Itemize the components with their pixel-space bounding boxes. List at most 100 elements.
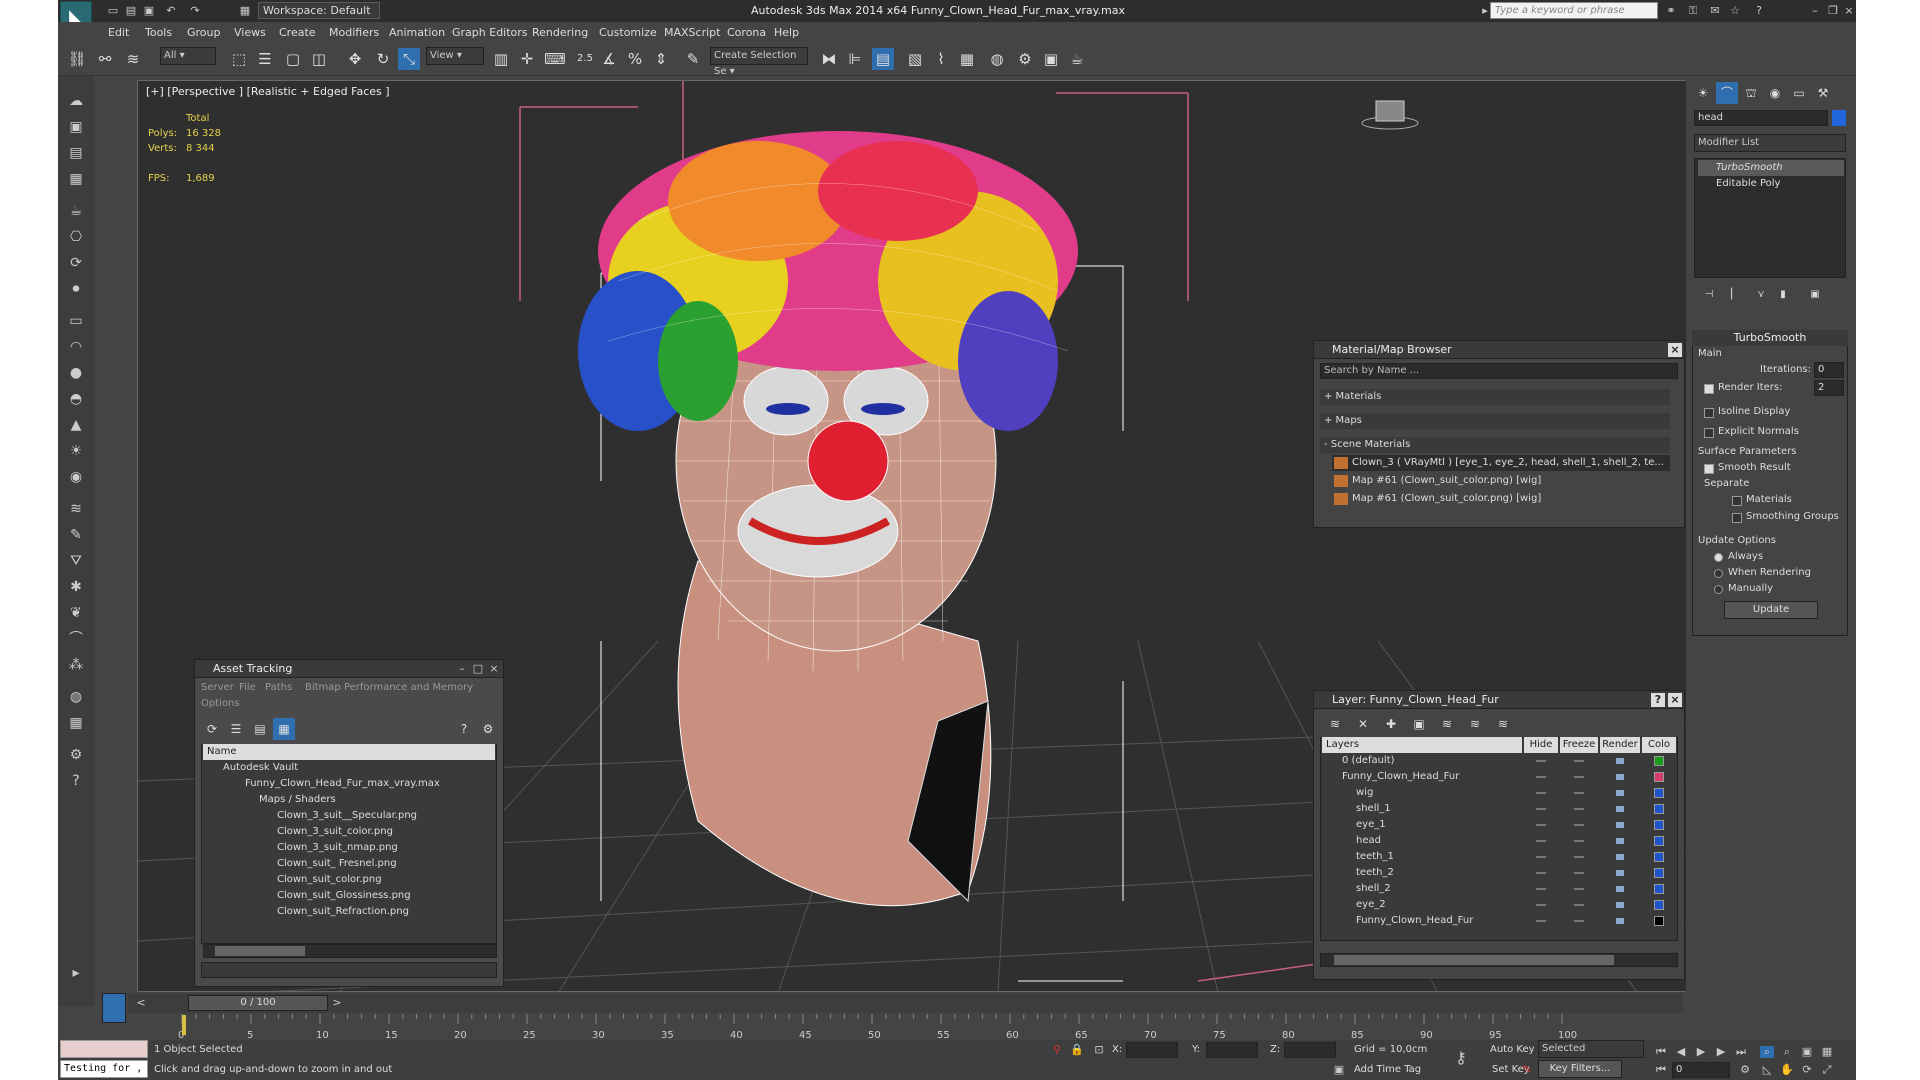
box-icon[interactable]: ▭ [64,310,88,332]
asset-maximize-icon[interactable]: □ [471,663,485,675]
time-slider-next-icon[interactable]: > [330,997,344,1009]
asset-column-name[interactable]: Name [203,744,495,760]
object-color-swatch[interactable] [1832,110,1846,126]
auto-key-button[interactable]: Auto Key [1490,1042,1535,1058]
asset-menu-bitmap[interactable]: Bitmap Performance and Memory [305,680,473,696]
render-production-icon[interactable]: ☕ [1066,48,1088,70]
layer-close-icon[interactable]: × [1668,693,1682,707]
redo-icon[interactable]: ↷ [188,5,202,17]
layer-color-swatch[interactable] [1654,772,1664,782]
add-to-layer-icon[interactable]: ✚ [1380,713,1402,735]
create-tab-icon[interactable]: ☀ [1692,82,1714,104]
asset-tree-item[interactable]: Clown_3_suit__Specular.png [277,808,493,824]
scatter-icon[interactable]: ⁂ [64,654,88,676]
update-button[interactable]: Update [1724,601,1818,619]
key-mode-toggle-icon[interactable]: ⏮ [1654,1064,1668,1076]
layer-help-icon[interactable]: ? [1651,693,1665,707]
section-materials[interactable]: + Materials [1320,389,1670,405]
current-frame-field[interactable]: 0 [1672,1062,1730,1078]
rotate-view-icon[interactable]: ⟳ [64,252,88,274]
render-icon[interactable]: ▣ [64,116,88,138]
scene-map-item[interactable]: Map #61 (Clown_suit_color.png) [wig] [1332,491,1670,507]
iterations-spinner[interactable]: 0 [1814,362,1844,378]
layer-color-swatch[interactable] [1654,820,1664,830]
layer-hide-toggle[interactable] [1536,776,1546,778]
asset-tree-item[interactable]: Autodesk Vault [223,760,493,776]
menu-create[interactable]: Create [279,26,316,39]
separate-materials-checkbox[interactable] [1732,496,1742,506]
menu-maxscript[interactable]: MAXScript [664,26,720,39]
schematic-view-icon[interactable]: ▦ [956,48,978,70]
create-layer-icon[interactable]: ≋ [1324,713,1346,735]
select-objects-in-layer-icon[interactable]: ▣ [1408,713,1430,735]
play-icon[interactable]: ▶ [1694,1046,1708,1058]
info-icon[interactable]: ? [64,770,88,792]
layer-manager-icon[interactable]: ▧ [904,48,926,70]
absolute-mode-icon[interactable]: ⊡ [1092,1044,1106,1056]
menu-edit[interactable]: Edit [108,26,129,39]
video-icon[interactable]: ⏺ [64,278,88,300]
asset-tree-item[interactable]: Clown_suit_Refraction.png [277,904,493,920]
restore-icon[interactable]: ❐ [1826,5,1840,17]
select-and-move-icon[interactable]: ✥ [344,48,366,70]
foliage-icon[interactable]: ❦ [64,602,88,624]
align-icon[interactable]: ⊫ [844,48,866,70]
set-key-icon[interactable]: ✎ [1520,1064,1534,1076]
select-and-scale-icon[interactable]: ⤡ [398,48,420,70]
explicit-normals-checkbox[interactable] [1704,428,1714,438]
geosphere-icon[interactable]: ◓ [64,388,88,410]
time-slider-thumb[interactable]: 0 / 100 [188,995,328,1011]
x-coord-field[interactable] [1126,1042,1178,1058]
time-tag-icon[interactable]: ▣ [1332,1064,1346,1076]
layer-freeze-toggle[interactable] [1574,872,1584,874]
highlight-layer-icon[interactable]: ≋ [1436,713,1458,735]
object-name-field[interactable]: head [1694,110,1828,126]
section-maps[interactable]: + Maps [1320,413,1670,429]
layer-hide-toggle[interactable] [1536,872,1546,874]
selection-lock-icon[interactable]: 🔒 [1070,1044,1084,1056]
key-icon[interactable]: ⚷ [1454,1050,1468,1066]
layer-color-swatch[interactable] [1654,756,1664,766]
minimize-icon[interactable]: – [1808,5,1822,17]
select-object-icon[interactable]: ⬚ [228,48,250,70]
plane-icon[interactable]: ◠ [64,336,88,358]
current-frame-marker[interactable] [182,1015,186,1035]
configure-modifier-sets-icon[interactable]: ▣ [1804,284,1826,306]
layer-col-render[interactable]: Render [1600,737,1640,753]
delete-layer-icon[interactable]: ✕ [1352,713,1374,735]
layer-freeze-toggle[interactable] [1574,808,1584,810]
zoom-icon[interactable]: ⌕ [1760,1046,1774,1058]
key-mode-dropdown[interactable]: Selected [1538,1040,1644,1058]
sphere-icon[interactable]: ● [64,362,88,384]
display-tab-icon[interactable]: ▭ [1788,82,1810,104]
workspace-dropdown[interactable]: Workspace: Default ▾ [258,2,380,32]
asset-close-icon[interactable]: × [487,663,501,675]
select-and-link-icon[interactable]: ⛓ [66,48,88,70]
layer-hide-toggle[interactable] [1536,920,1546,922]
asset-menu-options[interactable]: Options [201,696,240,712]
isoline-display-checkbox[interactable] [1704,408,1714,418]
bend-icon[interactable]: ⌒ [64,628,88,650]
helper-icon[interactable]: ⛛ [64,550,88,572]
table-icon[interactable]: ▦ [64,168,88,190]
orbit-icon[interactable]: ⟳ [1800,1064,1814,1076]
zoom-all-icon[interactable]: ⌕ [1780,1046,1794,1058]
layer-freeze-toggle[interactable] [1574,888,1584,890]
asset-menu-file[interactable]: File [239,680,256,696]
particle-icon[interactable]: ✱ [64,576,88,598]
asset-tree-item[interactable]: Clown_3_suit_nmap.png [277,840,493,856]
layer-render-toggle[interactable] [1616,822,1624,828]
material-browser-close-icon[interactable]: × [1668,343,1682,357]
hide-all-layers-icon[interactable]: ≋ [1464,713,1486,735]
menu-graph-editors[interactable]: Graph Editors [452,26,528,39]
close-icon[interactable]: × [1842,5,1856,17]
layer-hide-toggle[interactable] [1536,760,1546,762]
layer-render-toggle[interactable] [1616,902,1624,908]
layer-hide-toggle[interactable] [1536,840,1546,842]
layer-color-swatch[interactable] [1654,900,1664,910]
layer-col-freeze[interactable]: Freeze [1560,737,1598,753]
snaps-toggle-icon[interactable]: 2.5 [574,48,596,70]
omni-light-icon[interactable]: ◉ [64,466,88,488]
grid-icon[interactable]: ▦ [64,712,88,734]
material-browser-search[interactable]: Search by Name ... [1320,363,1678,379]
